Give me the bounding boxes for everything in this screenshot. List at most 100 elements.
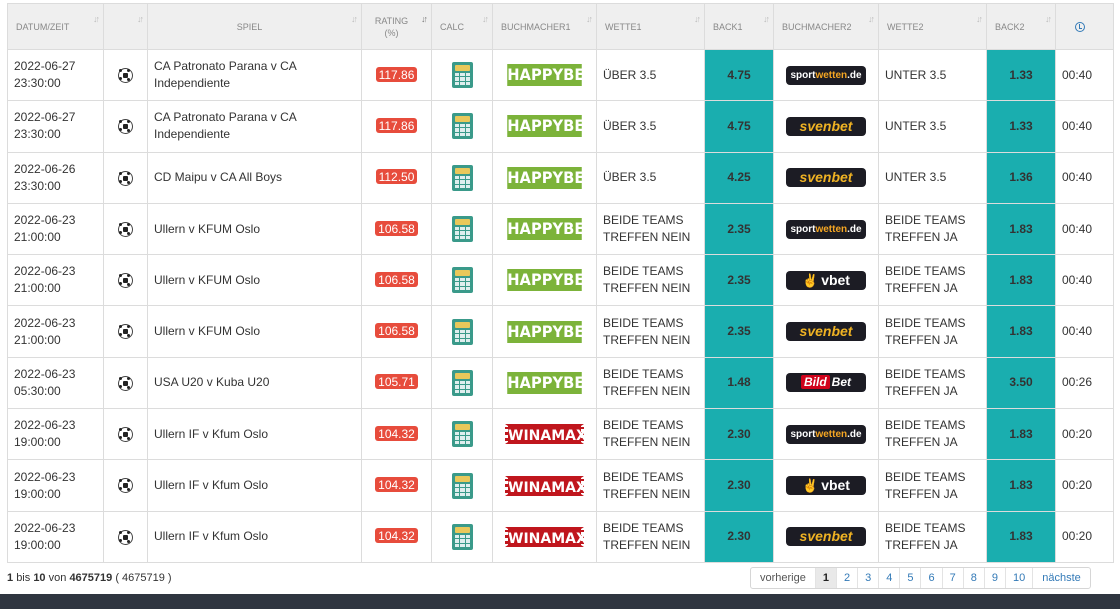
back2-cell[interactable]: 1.83 — [986, 408, 1056, 461]
bet2-cell: UNTER 3.5 — [878, 151, 987, 204]
page-4-button[interactable]: 4 — [879, 568, 901, 588]
back2-cell[interactable]: 3.50 — [986, 356, 1056, 410]
time-cell: 00:26 — [1055, 356, 1114, 410]
calculator-icon[interactable] — [451, 62, 473, 89]
time-cell: 00:40 — [1055, 254, 1114, 307]
sportwetten-logo[interactable]: sportwetten.de — [786, 65, 866, 85]
table-row: 2022-06-27 23:30:00 CA Patronato Parana v … — [7, 48, 1114, 102]
back2-cell[interactable]: 1.83 — [986, 305, 1056, 358]
bet2-cell: BEIDE TEAMS TREFFEN JA — [878, 202, 987, 256]
winamax-logo[interactable]: WINAMAX — [505, 424, 587, 445]
happybet-logo[interactable]: HAPPYBET — [507, 115, 595, 138]
page-1-button[interactable]: 1 — [815, 568, 837, 588]
calculator-icon[interactable] — [451, 113, 473, 140]
back1-cell[interactable]: 4.25 — [704, 151, 774, 204]
happybet-logo[interactable]: HAPPYBET — [507, 166, 595, 189]
svenbet-logo[interactable]: svenbet — [786, 322, 866, 342]
calculator-icon[interactable] — [451, 472, 473, 499]
back2-cell[interactable]: 1.83 — [986, 202, 1056, 256]
svenbet-logo[interactable]: svenbet — [786, 168, 866, 188]
vbet-logo[interactable]: ✌ vbet — [786, 476, 866, 496]
page-8-button[interactable]: 8 — [964, 568, 985, 588]
back1-cell[interactable]: 2.35 — [704, 202, 774, 256]
back1-cell[interactable]: 2.35 — [704, 254, 774, 307]
bildbet-logo[interactable]: Bild Bet — [786, 373, 866, 393]
col-header-calc[interactable]: CALC ↓↑ — [431, 3, 493, 50]
page-5-button[interactable]: 5 — [900, 568, 922, 588]
happybet-logo[interactable]: HAPPYBET — [507, 64, 595, 87]
bet1-cell: BEIDE TEAMS TREFFEN NEIN — [596, 202, 705, 256]
happybet-logo[interactable]: HAPPYBET — [507, 269, 595, 292]
calculator-icon[interactable] — [451, 216, 473, 243]
back1-cell[interactable]: 2.30 — [704, 408, 774, 461]
time-cell: 00:40 — [1055, 305, 1114, 358]
prev-page-button[interactable]: vorherige — [751, 568, 816, 588]
back1-cell[interactable]: 2.30 — [704, 459, 774, 512]
back2-cell[interactable]: 1.83 — [986, 510, 1056, 563]
table-row: 2022-06-23 19:00:00 Ullern IF v Kfum Oslo 1… — [7, 408, 1114, 461]
soccer-ball-icon — [118, 67, 133, 83]
bookmaker2-cell: sportwetten.de — [773, 48, 879, 102]
back2-cell[interactable]: 1.36 — [986, 151, 1056, 204]
winamax-logo[interactable]: WINAMAX — [505, 475, 587, 496]
match-cell: Ullern v KFUM Oslo — [147, 254, 362, 307]
happybet-logo[interactable]: HAPPYBET — [507, 218, 595, 241]
col-header-time[interactable] — [1055, 3, 1114, 50]
back1-cell[interactable]: 1.48 — [704, 356, 774, 410]
rating-cell: 104.32 — [361, 408, 432, 461]
happybet-logo[interactable]: HAPPYBET — [507, 320, 595, 343]
page-3-button[interactable]: 3 — [858, 568, 880, 588]
col-header-buchmacher2[interactable]: BUCHMACHER2 ↓↑ — [773, 3, 879, 50]
calculator-icon[interactable] — [451, 421, 473, 448]
calculator-icon[interactable] — [451, 164, 473, 191]
col-header-sport[interactable]: ↓↑ — [103, 3, 148, 50]
col-header-spiel[interactable]: SPIEL ↓↑ — [147, 3, 362, 50]
back1-cell[interactable]: 4.75 — [704, 48, 774, 102]
bookmaker2-cell: svenbet — [773, 305, 879, 358]
page-6-button[interactable]: 6 — [921, 568, 943, 588]
col-header-wette1[interactable]: WETTE1 ↓↑ — [596, 3, 705, 50]
calc-cell — [431, 305, 493, 358]
back2-cell[interactable]: 1.83 — [986, 459, 1056, 512]
happybet-logo[interactable]: HAPPYBET — [507, 371, 595, 394]
back1-cell[interactable]: 4.75 — [704, 100, 774, 153]
page-10-button[interactable]: 10 — [1006, 568, 1034, 588]
page-9-button[interactable]: 9 — [985, 568, 1006, 588]
col-header-wette2[interactable]: WETTE2 ↓↑ — [878, 3, 987, 50]
bookmaker1-cell: HAPPYBET — [492, 356, 597, 410]
back1-cell[interactable]: 2.30 — [704, 510, 774, 563]
datetime-cell: 2022-06-23 19:00:00 — [7, 459, 104, 512]
next-page-button[interactable]: nächste — [1033, 568, 1090, 588]
result-count: 1 bis 10 von 4675719 ( 4675719 ) — [7, 572, 172, 584]
col-header-datum[interactable]: DATUM/ZEIT ↓↑ — [7, 3, 104, 50]
sort-icon: ↓↑ — [694, 14, 701, 24]
back2-cell[interactable]: 1.33 — [986, 48, 1056, 102]
rating-badge: 104.32 — [375, 477, 418, 493]
sportwetten-logo[interactable]: sportwetten.de — [786, 219, 866, 239]
svenbet-logo[interactable]: svenbet — [786, 527, 866, 547]
calculator-icon[interactable] — [451, 523, 473, 550]
calculator-icon[interactable] — [451, 267, 473, 294]
vbet-mark-icon: ✌ — [802, 272, 819, 288]
soccer-ball-icon — [118, 273, 133, 289]
back2-cell[interactable]: 1.33 — [986, 100, 1056, 153]
rating-badge: 104.32 — [375, 528, 418, 544]
col-header-rating[interactable]: RATING (%) ↓↑ — [361, 3, 432, 50]
back2-cell[interactable]: 1.83 — [986, 254, 1056, 307]
page-7-button[interactable]: 7 — [943, 568, 964, 588]
col-header-back2[interactable]: BACK2 ↓↑ — [986, 3, 1056, 50]
col-header-buchmacher1[interactable]: BUCHMACHER1 ↓↑ — [492, 3, 597, 50]
rating-badge: 117.86 — [375, 117, 418, 133]
col-header-back1[interactable]: BACK1 ↓↑ — [704, 3, 774, 50]
svenbet-logo[interactable]: svenbet — [786, 116, 866, 136]
calculator-icon[interactable] — [451, 318, 473, 345]
bet2-cell: BEIDE TEAMS TREFFEN JA — [878, 459, 987, 512]
sportwetten-logo[interactable]: sportwetten.de — [786, 424, 866, 444]
vbet-logo[interactable]: ✌ vbet — [786, 270, 866, 290]
back1-cell[interactable]: 2.35 — [704, 305, 774, 358]
calculator-icon[interactable] — [451, 369, 473, 396]
page-2-button[interactable]: 2 — [837, 568, 859, 588]
time-cell: 00:40 — [1055, 100, 1114, 153]
sort-icon: ↓↑ — [868, 14, 875, 24]
winamax-logo[interactable]: WINAMAX — [505, 526, 587, 547]
